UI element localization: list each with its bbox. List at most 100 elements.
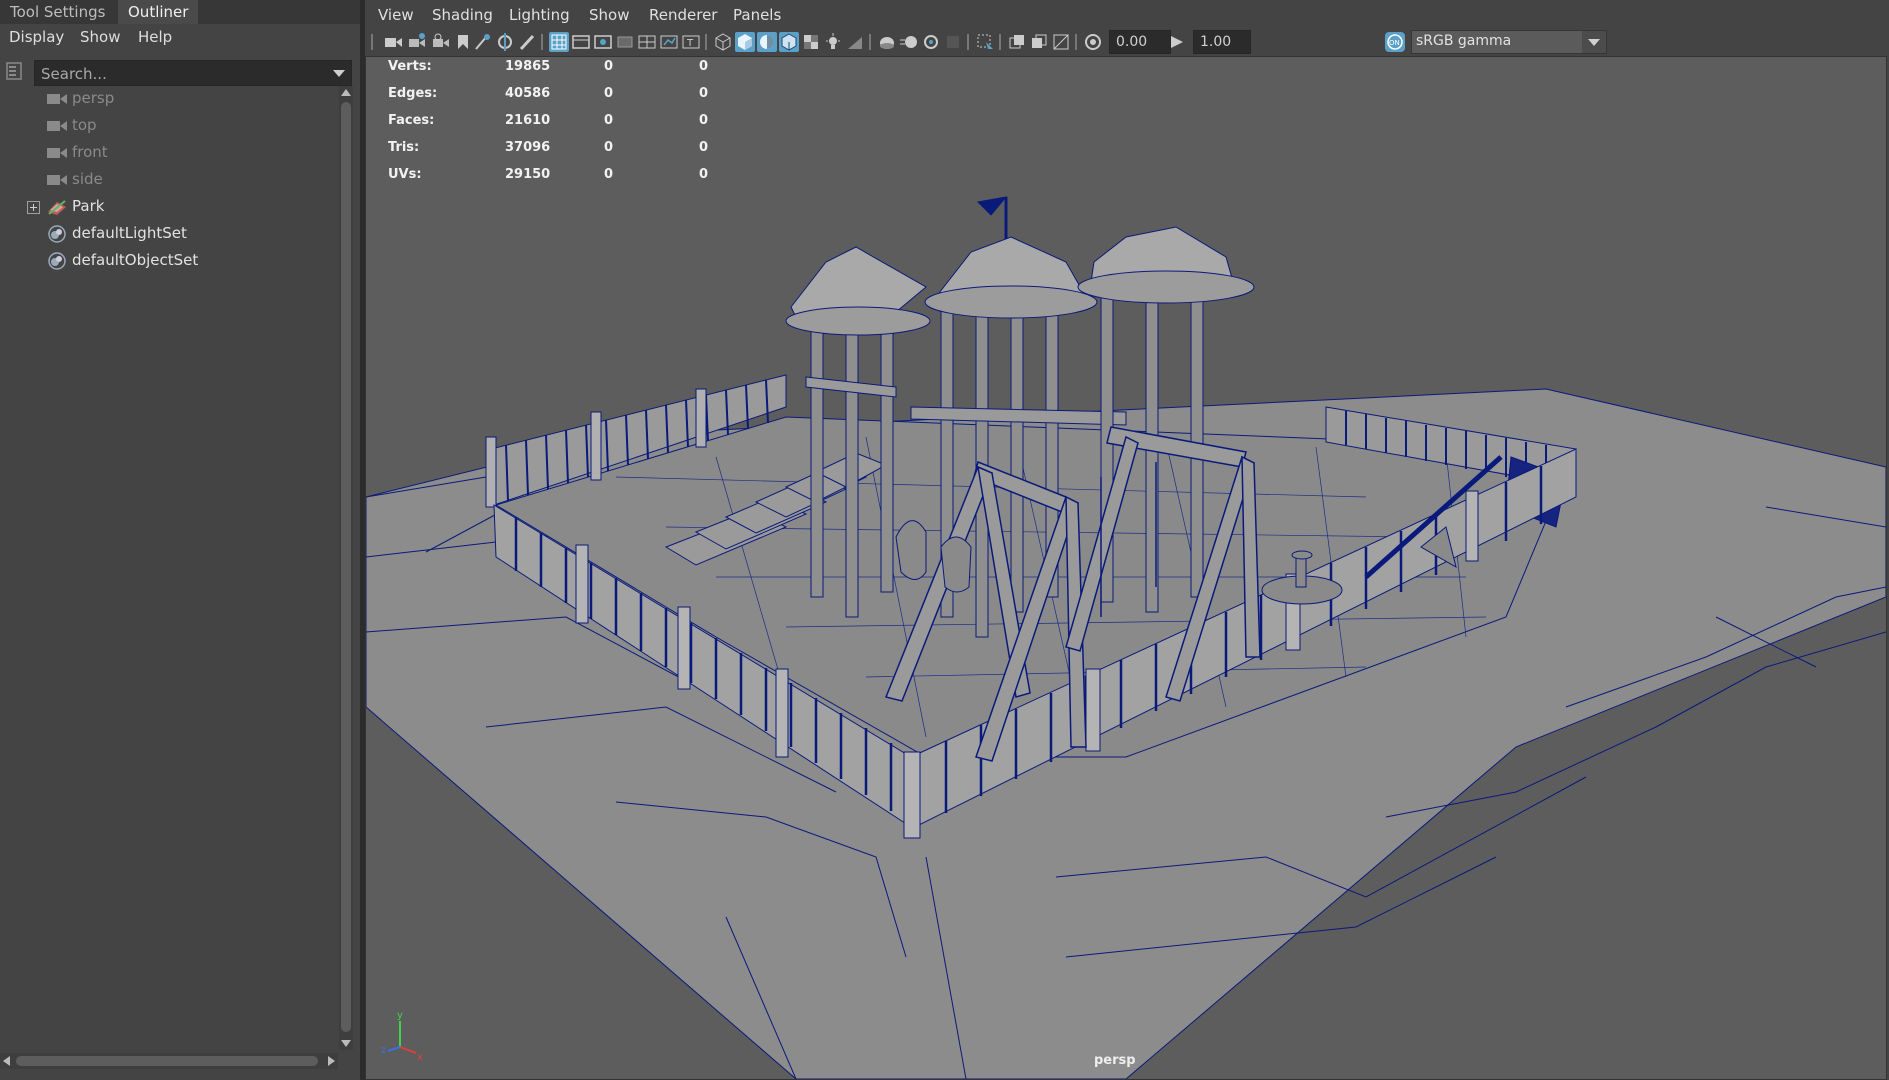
film-gate-icon[interactable] bbox=[571, 32, 591, 52]
outliner-item-default-object-set[interactable]: defaultObjectSet bbox=[0, 248, 338, 274]
scroll-up-icon[interactable] bbox=[341, 89, 351, 96]
axis-z-label: z bbox=[381, 1045, 386, 1056]
outliner-menu-bar: Display Show Help bbox=[0, 24, 360, 50]
wireframe-icon[interactable] bbox=[713, 32, 733, 52]
wireframe-on-shaded-icon[interactable] bbox=[779, 32, 799, 52]
hud-value: 0 bbox=[699, 86, 709, 101]
camera-icon bbox=[46, 144, 68, 162]
image-plane-icon[interactable] bbox=[473, 32, 493, 52]
toolbar-separator bbox=[1075, 34, 1077, 50]
exposure-field[interactable]: 0.00 bbox=[1109, 30, 1171, 54]
outliner-item-label: defaultObjectSet bbox=[72, 251, 199, 269]
scroll-right-icon[interactable] bbox=[328, 1056, 335, 1066]
shadows-icon[interactable] bbox=[845, 32, 865, 52]
outliner-item-side[interactable]: side bbox=[0, 167, 338, 193]
resolution-gate-icon[interactable] bbox=[593, 32, 613, 52]
view-transform-select[interactable]: sRGB gamma bbox=[1411, 30, 1607, 54]
exposure-icon[interactable] bbox=[1083, 32, 1103, 52]
outliner-item-label: Park bbox=[72, 197, 105, 215]
expand-icon[interactable] bbox=[27, 201, 40, 214]
toolbar-separator bbox=[705, 34, 707, 50]
vertical-scrollbar[interactable] bbox=[339, 86, 353, 1050]
3d-viewport[interactable]: Verts: 19865 0 0 Edges: 40586 0 0 Faces:… bbox=[365, 56, 1887, 1080]
gamma-icon[interactable] bbox=[1167, 32, 1187, 52]
axis-gizmo-icon: y x z bbox=[381, 1010, 423, 1063]
horizontal-scrollbar[interactable] bbox=[0, 1053, 338, 1069]
chevron-down-icon[interactable] bbox=[1582, 31, 1606, 53]
2d-pan-zoom-icon[interactable] bbox=[495, 32, 515, 52]
outliner-item-park[interactable]: Park bbox=[0, 194, 338, 220]
viewport-panel: View Shading Lighting Show Renderer Pane… bbox=[365, 0, 1889, 1080]
xray-icon[interactable] bbox=[801, 32, 821, 52]
camera-attributes-icon[interactable] bbox=[407, 32, 427, 52]
outliner-item-default-light-set[interactable]: defaultLightSet bbox=[0, 221, 338, 247]
smooth-shade-icon[interactable] bbox=[735, 32, 755, 52]
camera-icon bbox=[46, 90, 68, 108]
safe-title-icon[interactable]: T bbox=[681, 32, 701, 52]
2d-pan-icon[interactable] bbox=[1051, 32, 1071, 52]
menu-renderer[interactable]: Renderer bbox=[649, 6, 717, 24]
xray-active-components-icon[interactable] bbox=[1029, 32, 1049, 52]
menu-lighting[interactable]: Lighting bbox=[509, 6, 570, 24]
menu-shading[interactable]: Shading bbox=[432, 6, 493, 24]
outliner-item-top[interactable]: top bbox=[0, 113, 338, 139]
tab-tool-settings[interactable]: Tool Settings bbox=[0, 0, 115, 24]
set-icon bbox=[46, 252, 68, 270]
hud-value: 21610 bbox=[505, 113, 551, 128]
outliner-item-label: persp bbox=[72, 89, 115, 107]
toolbar-separator bbox=[371, 34, 373, 50]
outliner-item-front[interactable]: front bbox=[0, 140, 338, 166]
isolate-select-icon[interactable] bbox=[975, 32, 995, 52]
select-camera-icon[interactable] bbox=[383, 32, 403, 52]
search-dropdown-icon[interactable] bbox=[333, 70, 345, 77]
svg-text:ON: ON bbox=[1389, 39, 1400, 47]
hud-label: Tris: bbox=[388, 140, 420, 155]
hud-value: 0 bbox=[699, 59, 709, 74]
scroll-thumb[interactable] bbox=[16, 1056, 318, 1066]
menu-show[interactable]: Show bbox=[589, 6, 629, 24]
menu-help[interactable]: Help bbox=[138, 28, 172, 46]
outliner-panel: Tool Settings Outliner Display Show Help bbox=[0, 0, 360, 1080]
hud-value: 0 bbox=[699, 140, 709, 155]
outliner-item-persp[interactable]: persp bbox=[0, 86, 338, 112]
field-chart-icon[interactable] bbox=[637, 32, 657, 52]
anti-aliasing-icon[interactable] bbox=[921, 32, 941, 52]
motion-blur-icon[interactable] bbox=[899, 32, 919, 52]
gamma-field[interactable]: 1.00 bbox=[1193, 30, 1251, 54]
screen-space-ao-icon[interactable] bbox=[877, 32, 897, 52]
menu-view[interactable]: View bbox=[378, 6, 414, 24]
scroll-thumb[interactable] bbox=[341, 102, 351, 1032]
scroll-down-icon[interactable] bbox=[341, 1040, 351, 1047]
grid-icon[interactable] bbox=[549, 32, 569, 52]
hud-label: Edges: bbox=[388, 86, 438, 101]
set-icon bbox=[46, 225, 68, 243]
filter-icon[interactable] bbox=[4, 60, 26, 82]
transform-group-icon bbox=[46, 198, 68, 216]
toolbar-separator bbox=[967, 34, 969, 50]
bookmarks-icon[interactable] bbox=[431, 32, 451, 52]
gate-mask-icon[interactable] bbox=[615, 32, 635, 52]
grease-pencil-icon[interactable] bbox=[517, 32, 537, 52]
scroll-left-icon[interactable] bbox=[3, 1056, 10, 1066]
color-management-toggle-icon[interactable]: ON bbox=[1385, 32, 1405, 52]
safe-action-icon[interactable] bbox=[659, 32, 679, 52]
search-box bbox=[34, 60, 352, 87]
depth-of-field-icon[interactable] bbox=[943, 32, 963, 52]
outliner-item-label: front bbox=[72, 143, 108, 161]
use-lights-icon[interactable] bbox=[823, 32, 843, 52]
search-input[interactable] bbox=[39, 61, 323, 87]
menu-show[interactable]: Show bbox=[80, 28, 120, 46]
outliner-item-label: defaultLightSet bbox=[72, 224, 187, 242]
hud-value: 0 bbox=[604, 167, 614, 182]
xray-joints-icon[interactable] bbox=[1007, 32, 1027, 52]
default-material-icon[interactable] bbox=[757, 32, 777, 52]
axis-y-label: y bbox=[397, 1010, 403, 1021]
hud-value: 0 bbox=[604, 140, 614, 155]
menu-display[interactable]: Display bbox=[9, 28, 64, 46]
tab-outliner[interactable]: Outliner bbox=[118, 0, 199, 24]
panel-tab-bar: Tool Settings Outliner bbox=[0, 0, 360, 24]
bookmark-icon[interactable] bbox=[453, 32, 473, 52]
hud-value: 0 bbox=[604, 86, 614, 101]
hud-value: 19865 bbox=[505, 59, 551, 74]
menu-panels[interactable]: Panels bbox=[733, 6, 781, 24]
